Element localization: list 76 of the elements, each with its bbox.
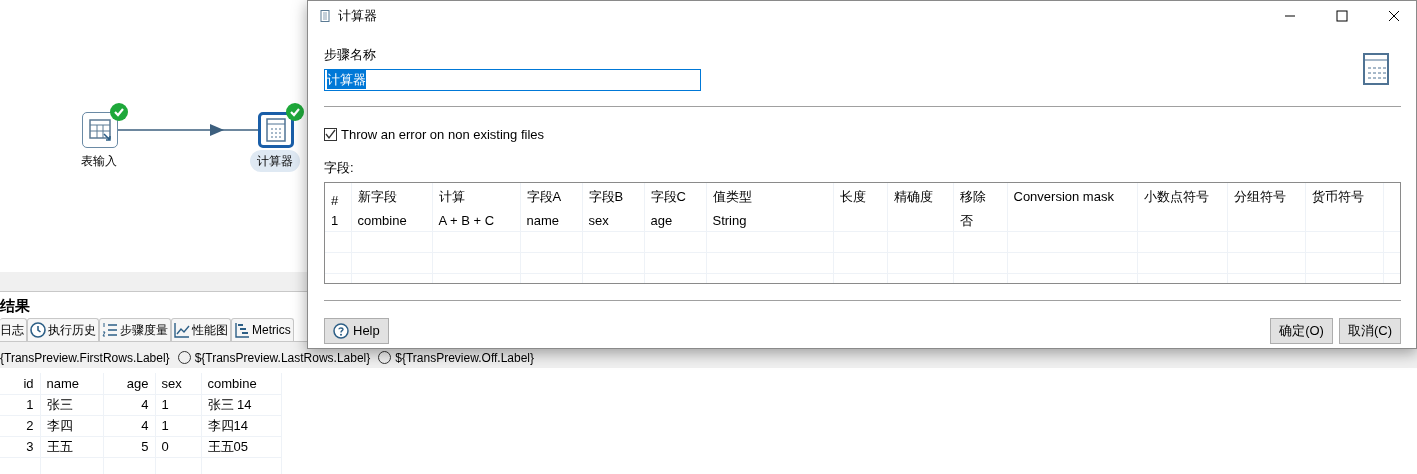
column-header: 新字段 xyxy=(351,182,432,210)
step-label: 表输入 xyxy=(80,153,118,170)
table-cell: sex xyxy=(582,210,644,231)
calculator-icon xyxy=(1363,53,1389,85)
checkbox[interactable] xyxy=(324,127,337,141)
window-title: 计算器 xyxy=(338,7,377,26)
column-header: combine xyxy=(201,373,281,394)
step-label: 计算器 xyxy=(250,150,300,172)
gantt-icon xyxy=(234,322,250,338)
field-label: 步骤名称 xyxy=(324,46,377,64)
table-cell: age xyxy=(644,210,706,231)
table-cell: 3 xyxy=(0,436,40,457)
table-cell: A + B + C xyxy=(432,210,520,231)
table-cell: name xyxy=(520,210,582,231)
column-header: sex xyxy=(155,373,201,394)
numbered-list-icon xyxy=(102,322,118,338)
preview-option-label: {TransPreview.FirstRows.Label} xyxy=(0,350,170,367)
line-chart-icon xyxy=(174,322,190,338)
help-button[interactable]: Help xyxy=(324,317,389,344)
column-header: 值类型 xyxy=(706,182,833,210)
column-header: name xyxy=(40,373,103,394)
table-cell: 5 xyxy=(103,436,155,457)
table-cell: String xyxy=(706,210,833,231)
table-cell: combine xyxy=(351,210,432,231)
column-header: 长度 xyxy=(833,182,887,210)
column-header: Conversion mask xyxy=(1007,182,1137,210)
cancel-button[interactable]: 取消(C) xyxy=(1338,317,1401,344)
section-label: 字段: xyxy=(324,159,355,177)
close-icon[interactable] xyxy=(1388,10,1400,22)
panel-tab[interactable]: 性能图 xyxy=(171,318,231,341)
preview-radio[interactable]: ${TransPreview.Off.Label} xyxy=(378,349,535,367)
table-cell: 王五05 xyxy=(201,436,281,457)
window-app-icon xyxy=(320,10,330,22)
help-icon xyxy=(333,322,349,339)
checkbox-label: Throw an error on non existing files xyxy=(341,125,545,144)
ok-button[interactable]: 确定(O) xyxy=(1270,317,1333,344)
calculator-icon xyxy=(264,118,288,142)
table-cell: 1 xyxy=(155,394,201,415)
table-cell: 1 xyxy=(0,394,40,415)
panel-tab[interactable]: 执行历史 xyxy=(27,318,99,341)
panel-tab[interactable]: Metrics xyxy=(231,318,294,341)
column-header: 字段A xyxy=(520,182,582,210)
table-cell: 0 xyxy=(155,436,201,457)
table-cell: 1 xyxy=(325,210,351,231)
column-header: 计算 xyxy=(432,182,520,210)
column-header: 分组符号 xyxy=(1227,182,1305,210)
column-header: age xyxy=(103,373,155,394)
table-cell: 2 xyxy=(0,415,40,436)
table-cell: 王五 xyxy=(40,436,103,457)
column-header: id xyxy=(0,373,40,394)
table-cell: 4 xyxy=(103,394,155,415)
column-header: 货币符号 xyxy=(1305,182,1383,210)
table-cell: 张三 14 xyxy=(201,394,281,415)
column-header: 小数点符号 xyxy=(1137,182,1227,210)
maximize-icon[interactable] xyxy=(1336,10,1348,22)
panel-title: 结果 xyxy=(0,297,30,314)
table-cell: 李四14 xyxy=(201,415,281,436)
table-input-icon xyxy=(88,118,112,142)
checkmark-icon xyxy=(325,128,336,140)
step-node[interactable] xyxy=(82,112,118,148)
table-cell: 1 xyxy=(155,415,201,436)
clock-icon xyxy=(30,322,46,338)
column-header: 字段C xyxy=(644,182,706,210)
panel-tab[interactable]: 步骤度量 xyxy=(99,318,171,341)
table-cell: 否 xyxy=(953,210,1007,231)
step-name-field[interactable]: 计算器 xyxy=(324,68,701,91)
column-header: 字段B xyxy=(582,182,644,210)
column-header: 精确度 xyxy=(887,182,953,210)
preview-radio[interactable]: ${TransPreview.LastRows.Label} xyxy=(177,349,371,367)
panel-tab[interactable]: 日志 xyxy=(0,318,27,341)
table-cell: 4 xyxy=(103,415,155,436)
column-header: 移除 xyxy=(953,182,1007,210)
column-header: # xyxy=(325,182,351,210)
step-node[interactable] xyxy=(258,112,294,148)
table-cell: 张三 xyxy=(40,394,103,415)
table-cell: 李四 xyxy=(40,415,103,436)
